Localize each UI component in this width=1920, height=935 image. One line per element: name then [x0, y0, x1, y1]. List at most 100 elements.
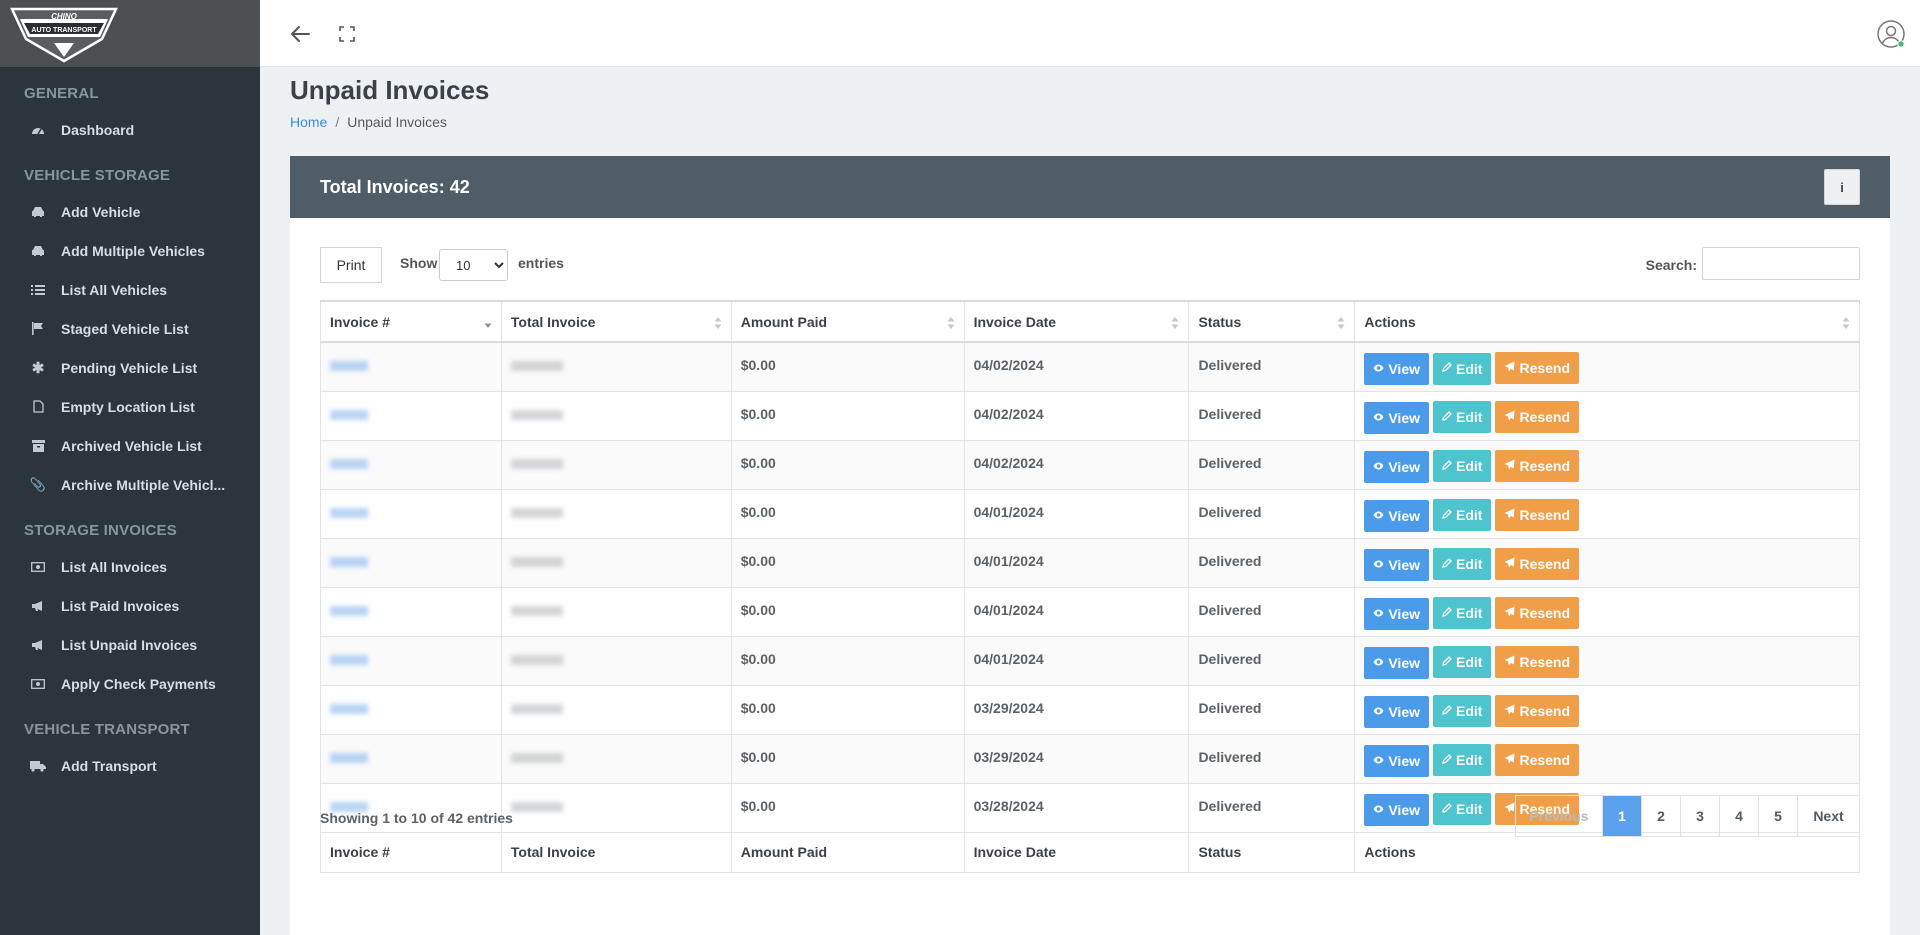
pencil-icon [1442, 753, 1452, 767]
status-cell: Delivered [1188, 635, 1356, 686]
entries-select[interactable]: 10 [439, 249, 508, 281]
resend-button[interactable]: Resend [1495, 352, 1580, 384]
sort-desc-icon [484, 316, 492, 328]
pagination-previous[interactable]: Previous [1516, 796, 1602, 836]
column-header-invoice[interactable]: Invoice # [320, 300, 502, 343]
breadcrumb-home-link[interactable]: Home [290, 114, 327, 130]
invoice-number-link-redacted[interactable] [330, 409, 368, 420]
pagination-page-1[interactable]: 1 [1602, 796, 1641, 836]
pagination-page-2[interactable]: 2 [1641, 796, 1680, 836]
search-input[interactable] [1702, 247, 1860, 280]
pagination-page-4[interactable]: 4 [1719, 796, 1758, 836]
invoice-number-link-redacted[interactable] [330, 556, 368, 567]
edit-button[interactable]: Edit [1433, 352, 1492, 385]
column-header-total-invoice[interactable]: Total Invoice [500, 300, 732, 343]
invoice-date-cell: 03/28/2024 [963, 782, 1190, 833]
sidebar-item-staged-vehicle-list[interactable]: Staged Vehicle List [0, 309, 260, 348]
edit-button[interactable]: Edit [1433, 499, 1492, 531]
view-button[interactable]: View [1364, 450, 1429, 483]
total-invoice-redacted [510, 654, 563, 665]
print-button[interactable]: Print [320, 247, 382, 283]
svg-text:AUTO TRANSPORT: AUTO TRANSPORT [31, 27, 97, 34]
sidebar-item-archived-vehicle-list[interactable]: Archived Vehicle List [0, 426, 260, 465]
sidebar-item-pending-vehicle-list[interactable]: ✱ Pending Vehicle List [0, 348, 260, 387]
view-button[interactable]: View [1364, 548, 1429, 581]
sidebar-item-label: Staged Vehicle List [61, 320, 189, 337]
edit-button[interactable]: Edit [1433, 548, 1492, 580]
view-button[interactable]: View [1364, 401, 1429, 434]
card-header: Total Invoices: 42 i [290, 156, 1890, 218]
edit-button[interactable]: Edit [1433, 744, 1492, 776]
invoice-number-link-redacted[interactable] [330, 507, 368, 518]
sidebar-item-add-multiple-vehicles[interactable]: Add Multiple Vehicles [0, 231, 260, 270]
resend-button[interactable]: Resend [1495, 400, 1580, 433]
column-header-invoice-date[interactable]: Invoice Date [963, 300, 1190, 343]
edit-button[interactable]: Edit [1433, 646, 1492, 678]
archive-icon [30, 439, 46, 453]
status-cell: Delivered [1188, 537, 1356, 588]
edit-button-label: Edit [1456, 409, 1483, 425]
view-button[interactable]: View [1364, 793, 1429, 826]
total-invoice-redacted [510, 801, 563, 812]
resend-button[interactable]: Resend [1495, 645, 1580, 678]
sidebar-item-list-all-invoices[interactable]: List All Invoices [0, 547, 260, 586]
edit-button[interactable]: Edit [1433, 597, 1492, 629]
fullscreen-icon[interactable] [338, 25, 356, 43]
actions-cell: View Edit Resend [1354, 341, 1860, 392]
view-button[interactable]: View [1364, 499, 1429, 532]
sidebar-item-list-unpaid-invoices[interactable]: List Unpaid Invoices [0, 625, 260, 664]
top-bar [260, 0, 1920, 67]
invoice-number-link-redacted[interactable] [330, 361, 368, 371]
edit-button-label: Edit [1456, 654, 1483, 670]
view-button-label: View [1388, 409, 1420, 426]
view-button-label: View [1388, 752, 1420, 769]
resend-button[interactable]: Resend [1495, 498, 1580, 531]
pencil-icon [1442, 802, 1452, 816]
view-button[interactable]: View [1364, 646, 1429, 679]
sidebar-item-list-all-vehicles[interactable]: List All Vehicles [0, 270, 260, 309]
invoice-number-link-redacted[interactable] [330, 752, 368, 763]
resend-button[interactable]: Resend [1495, 449, 1580, 482]
resend-button[interactable]: Resend [1495, 547, 1580, 580]
invoice-number-link-redacted[interactable] [330, 654, 368, 665]
sidebar-item-archive-multiple-vehicl[interactable]: 📎 Archive Multiple Vehicl... [0, 465, 260, 504]
pagination-page-3[interactable]: 3 [1680, 796, 1719, 836]
edit-button[interactable]: Edit [1433, 793, 1492, 825]
sidebar-item-label: List Paid Invoices [61, 597, 180, 614]
invoice-date-cell: 03/29/2024 [963, 684, 1190, 735]
invoice-date-cell: 04/02/2024 [963, 439, 1190, 490]
sidebar-item-list-paid-invoices[interactable]: List Paid Invoices [0, 586, 260, 625]
back-arrow-icon[interactable] [288, 22, 312, 46]
edit-button[interactable]: Edit [1433, 450, 1492, 482]
view-button[interactable]: View [1364, 744, 1429, 777]
company-logo[interactable]: CHINO AUTO TRANSPORT [10, 5, 118, 63]
sidebar-item-empty-location-list[interactable]: Empty Location List [0, 387, 260, 426]
sidebar-item-dashboard[interactable]: Dashboard [0, 110, 260, 149]
info-button[interactable]: i [1824, 169, 1860, 205]
sidebar-item-apply-check-payments[interactable]: Apply Check Payments [0, 664, 260, 703]
sidebar-item-add-transport[interactable]: Add Transport [0, 746, 260, 785]
sidebar-item-add-vehicle[interactable]: Add Vehicle [0, 192, 260, 231]
table-header: Invoice # Total Invoice Amount Paid Invoice… [320, 300, 1860, 343]
invoice-number-link-redacted[interactable] [330, 703, 368, 714]
invoice-number-link-redacted[interactable] [330, 458, 368, 469]
column-header-label: Actions [1364, 313, 1416, 330]
pagination-next[interactable]: Next [1797, 796, 1859, 836]
column-header-status[interactable]: Status [1188, 300, 1356, 343]
user-avatar-icon[interactable] [1876, 19, 1906, 49]
resend-button[interactable]: Resend [1495, 743, 1580, 776]
resend-button[interactable]: Resend [1495, 694, 1580, 727]
status-cell: Delivered [1188, 782, 1356, 833]
resend-button-label: Resend [1519, 457, 1571, 474]
column-header-actions[interactable]: Actions [1354, 300, 1860, 343]
column-header-amount-paid[interactable]: Amount Paid [730, 300, 965, 343]
view-button[interactable]: View [1364, 695, 1429, 728]
sidebar-item-label: List All Invoices [61, 558, 168, 575]
edit-button[interactable]: Edit [1433, 401, 1492, 433]
resend-button[interactable]: Resend [1495, 596, 1580, 629]
view-button[interactable]: View [1364, 353, 1429, 385]
pagination-page-5[interactable]: 5 [1758, 796, 1797, 836]
edit-button[interactable]: Edit [1433, 695, 1492, 727]
invoice-number-link-redacted[interactable] [330, 605, 368, 616]
view-button[interactable]: View [1364, 597, 1429, 630]
